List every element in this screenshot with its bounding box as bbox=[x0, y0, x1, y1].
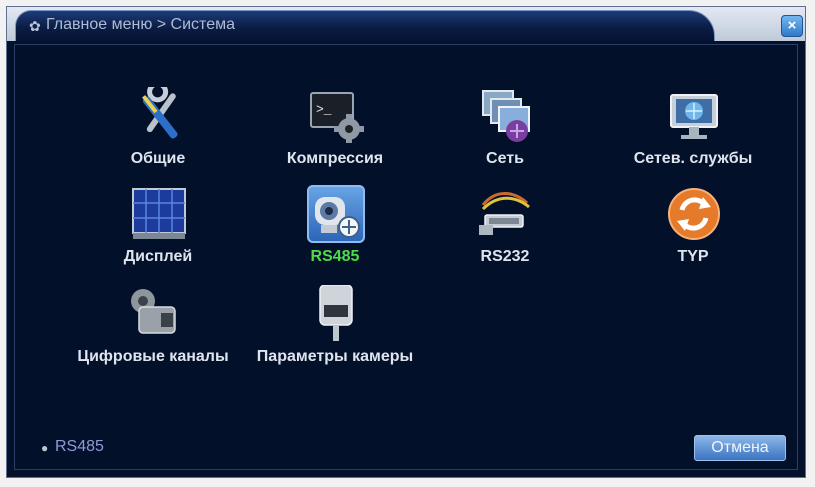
ptz-camera-icon bbox=[307, 185, 365, 243]
system-menu-window: ✿ Главное меню > Система × Общие >_ Комп… bbox=[6, 6, 806, 478]
display-icon bbox=[130, 185, 188, 243]
menu-item-label: Сеть bbox=[486, 150, 524, 167]
tools-icon bbox=[130, 87, 188, 145]
menu-item-label: Сетев. службы bbox=[633, 150, 753, 167]
menu-item-label: Дисплей bbox=[123, 248, 193, 265]
menu-item-label: Параметры камеры bbox=[256, 348, 414, 365]
menu-item-network-services[interactable]: Сетев. службы bbox=[603, 87, 783, 179]
menu-item-label: TYP bbox=[677, 248, 709, 265]
menu-item-label: RS232 bbox=[480, 248, 530, 265]
svg-text:>_: >_ bbox=[316, 102, 332, 117]
network-services-icon bbox=[665, 87, 723, 145]
title-bar: ✿ Главное меню > Система × bbox=[7, 7, 805, 41]
menu-item-rs232[interactable]: RS232 bbox=[415, 185, 595, 277]
close-icon: × bbox=[787, 17, 797, 34]
status-line: ● RS485 bbox=[41, 438, 104, 456]
terminal-gear-icon: >_ bbox=[307, 87, 365, 145]
network-icon bbox=[477, 87, 535, 145]
gear-icon: ✿ bbox=[29, 18, 41, 34]
menu-item-display[interactable]: Дисплей bbox=[68, 185, 248, 277]
menu-item-label: RS485 bbox=[310, 248, 360, 265]
status-text: RS485 bbox=[55, 438, 104, 455]
close-button[interactable]: × bbox=[781, 15, 803, 37]
menu-item-label: Компрессия bbox=[286, 150, 384, 167]
tour-icon bbox=[665, 185, 723, 243]
menu-item-digital-channels[interactable]: Цифровые каналы bbox=[63, 285, 243, 377]
menu-item-tour[interactable]: TYP bbox=[603, 185, 783, 277]
menu-item-rs485[interactable]: RS485 bbox=[245, 185, 425, 277]
menu-panel: Общие >_ Компрессия Сеть Сетев. службы Д… bbox=[14, 44, 798, 470]
cancel-button[interactable]: Отмена bbox=[694, 435, 786, 461]
menu-item-label: Цифровые каналы bbox=[77, 348, 229, 365]
digital-channels-icon bbox=[125, 285, 183, 343]
title-tab: ✿ Главное меню > Система bbox=[15, 10, 715, 41]
menu-item-compression[interactable]: >_ Компрессия bbox=[245, 87, 425, 179]
menu-item-label: Общие bbox=[130, 150, 186, 167]
menu-item-network[interactable]: Сеть bbox=[415, 87, 595, 179]
menu-item-general[interactable]: Общие bbox=[68, 87, 248, 179]
breadcrumb: Главное меню > Система bbox=[46, 16, 235, 33]
serial-cable-icon bbox=[477, 185, 535, 243]
menu-item-camera-params[interactable]: Параметры камеры bbox=[245, 285, 425, 377]
camera-params-icon bbox=[307, 285, 365, 343]
info-icon: ● bbox=[41, 441, 49, 455]
